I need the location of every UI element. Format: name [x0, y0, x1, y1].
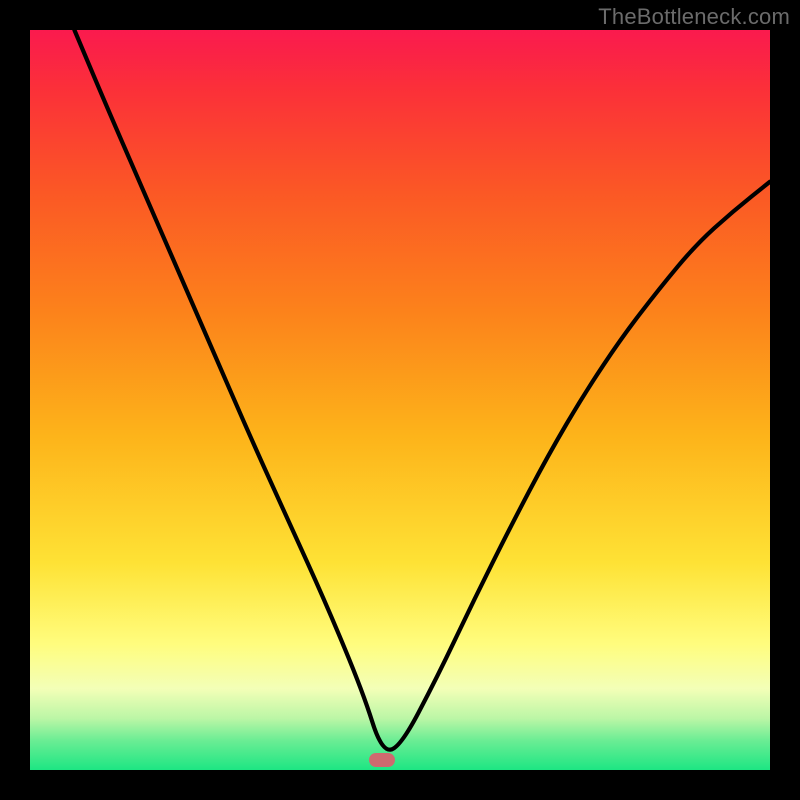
curve-path: [74, 30, 770, 750]
chart-frame: TheBottleneck.com: [0, 0, 800, 800]
plot-area: [30, 30, 770, 770]
optimal-point-marker: [369, 753, 395, 767]
watermark-text: TheBottleneck.com: [598, 4, 790, 30]
bottleneck-curve: [30, 30, 770, 770]
